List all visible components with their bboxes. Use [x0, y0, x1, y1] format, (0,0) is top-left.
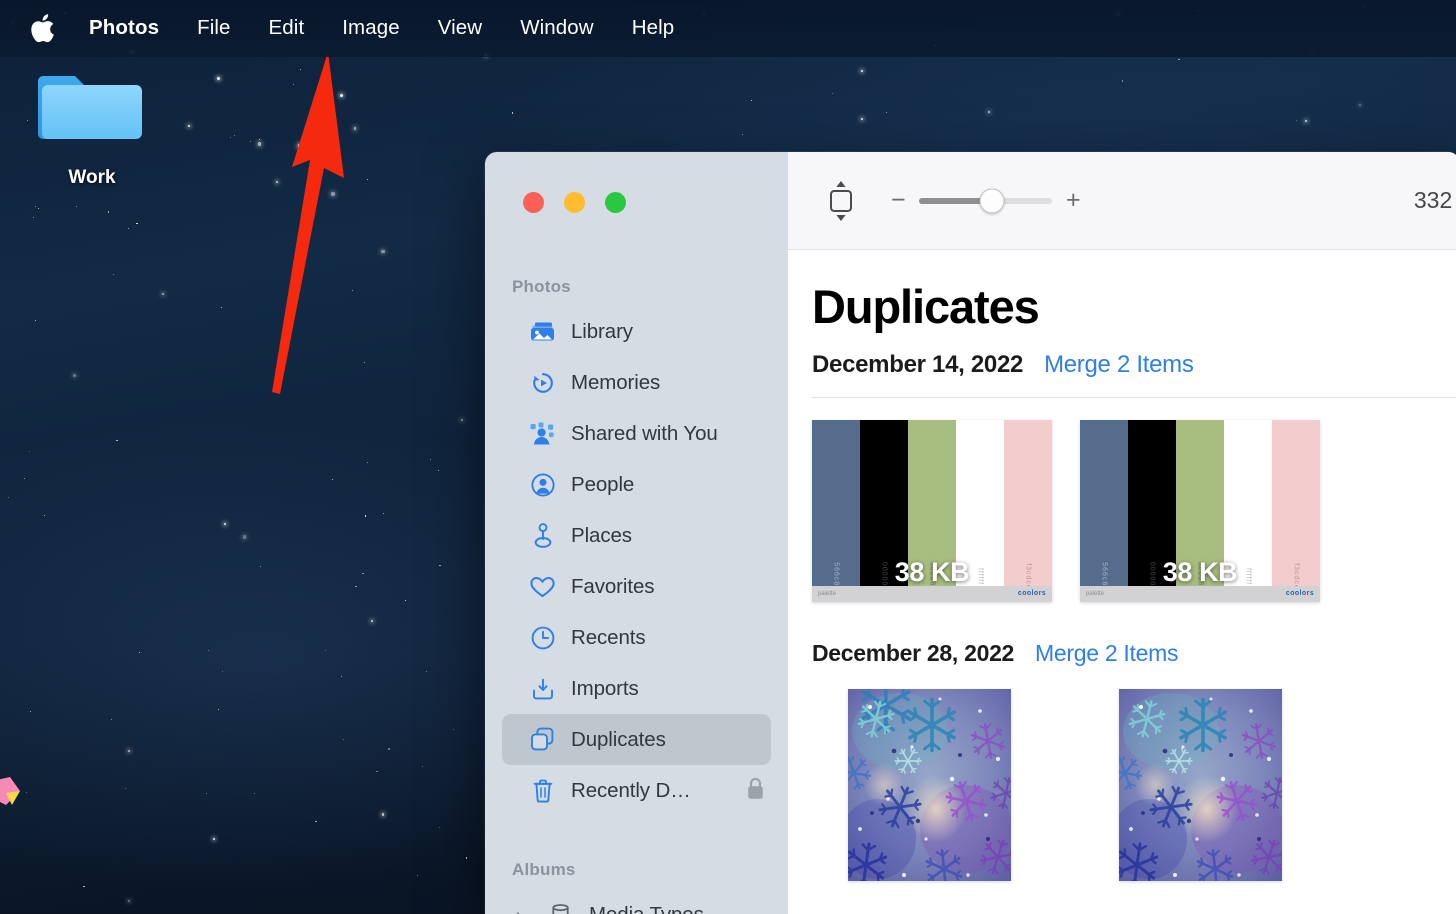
clock-icon	[529, 624, 556, 651]
sidebar: Photos Library Memo	[485, 152, 788, 914]
zoom-in-label[interactable]: +	[1066, 188, 1080, 213]
duplicates-icon	[529, 726, 556, 753]
lock-icon	[746, 777, 765, 805]
memories-icon	[529, 369, 556, 396]
duplicate-group: December 14, 2022 Merge 2 Items 566c8c 0…	[788, 351, 1456, 602]
apple-logo-icon[interactable]	[30, 13, 56, 44]
zoom-slider-knob[interactable]	[980, 188, 1005, 213]
menu-item-photos[interactable]: Photos	[70, 18, 178, 39]
merge-items-button[interactable]: Merge 2 Items	[1044, 351, 1194, 379]
sidebar-item-label: Memories	[571, 371, 660, 395]
sidebar-item-shared-with-you[interactable]: Shared with You	[502, 408, 771, 459]
sidebar-item-label: Places	[571, 524, 632, 548]
sidebar-item-label: Shared with You	[571, 422, 718, 446]
thumbnail-row	[812, 667, 1456, 881]
palette-swatch: 566c8c	[1080, 420, 1128, 602]
photo-thumbnail[interactable]	[848, 689, 1011, 881]
sidebar-item-label: Recents	[571, 626, 646, 650]
photo-thumbnail[interactable]: 566c8c 000000 a8bd80 ffffff	[812, 420, 1052, 602]
sidebar-item-label: Imports	[571, 677, 639, 701]
annotation-arrow-icon	[250, 30, 370, 410]
menu-item-view[interactable]: View	[419, 18, 501, 39]
folder-label: Work	[36, 167, 148, 189]
zoom-slider[interactable]	[919, 198, 1052, 204]
zoom-out-label[interactable]: −	[891, 188, 905, 213]
sidebar-item-label: Recently D…	[571, 779, 691, 803]
library-icon	[529, 318, 556, 345]
sidebar-item-favorites[interactable]: Favorites	[502, 561, 771, 612]
palette-footer-brand: coolors	[1286, 590, 1314, 597]
palette-swatch: f3cdce	[1272, 420, 1320, 602]
swatch-hex: ffffff	[977, 568, 984, 585]
group-header: December 14, 2022 Merge 2 Items	[812, 351, 1456, 379]
desktop-folder-work[interactable]: Work	[36, 62, 148, 189]
photo-thumbnail[interactable]: 566c8c 000000 a8bd80 ffffff	[1080, 420, 1320, 602]
group-date: December 14, 2022	[812, 351, 1023, 379]
photo-count-label: 332 P	[1414, 187, 1456, 214]
palette-swatch: 566c8c	[812, 420, 860, 602]
page-title: Duplicates	[788, 250, 1456, 333]
zoom-slider-group[interactable]: − +	[891, 188, 1080, 213]
chevron-right-icon[interactable]: ›	[516, 905, 529, 914]
menu-bar: Photos File Edit Image View Window Help	[0, 0, 1456, 57]
zoom-button[interactable]	[605, 192, 626, 213]
folder-icon	[38, 62, 146, 147]
thumbnail-row: 566c8c 000000 a8bd80 ffffff	[812, 398, 1456, 602]
sidebar-item-label: Library	[571, 320, 633, 344]
palette-footer-brand: coolors	[1018, 590, 1046, 597]
sidebar-item-recents[interactable]: Recents	[502, 612, 771, 663]
sidebar-item-memories[interactable]: Memories	[502, 357, 771, 408]
heart-icon	[529, 573, 556, 600]
sidebar-section-photos-header: Photos	[485, 277, 788, 297]
sidebar-item-media-types[interactable]: › Media Types	[502, 889, 771, 914]
palette-swatch: f3cdce	[1004, 420, 1052, 602]
menu-item-window[interactable]: Window	[501, 18, 613, 39]
window-controls	[485, 152, 788, 213]
places-pin-icon	[529, 522, 556, 549]
file-size-badge: 38 KB	[895, 557, 970, 588]
group-date: December 28, 2022	[812, 640, 1014, 667]
sidebar-item-imports[interactable]: Imports	[502, 663, 771, 714]
sidebar-item-places[interactable]: Places	[502, 510, 771, 561]
merge-items-button[interactable]: Merge 2 Items	[1035, 640, 1178, 667]
palette-footer-left: palette	[818, 591, 836, 597]
duplicate-group: December 28, 2022 Merge 2 Items	[788, 640, 1456, 881]
palette-footer: palette coolors	[1080, 586, 1320, 602]
menu-item-image[interactable]: Image	[323, 18, 418, 39]
sidebar-item-label: Favorites	[571, 575, 654, 599]
menu-item-help[interactable]: Help	[613, 18, 694, 39]
sidebar-section-albums-header: Albums	[485, 860, 788, 880]
import-download-icon	[529, 675, 556, 702]
sidebar-item-recently-deleted[interactable]: Recently D…	[502, 765, 771, 816]
media-types-icon	[547, 901, 574, 914]
sidebar-item-label: People	[571, 473, 634, 497]
file-size-badge: 38 KB	[1163, 557, 1238, 588]
photo-thumbnail[interactable]	[1119, 689, 1282, 881]
sidebar-item-library[interactable]: Library	[502, 306, 771, 357]
sidebar-item-duplicates[interactable]: Duplicates	[502, 714, 771, 765]
photos-app-window: Photos Library Memo	[485, 152, 1456, 914]
resize-thumbnail-icon[interactable]	[821, 179, 861, 223]
content-pane: − + 332 P Duplicates December 14, 2022 M…	[788, 152, 1456, 914]
snowflake-image	[848, 689, 1011, 881]
menu-item-edit[interactable]: Edit	[250, 18, 324, 39]
sidebar-item-label: Duplicates	[571, 728, 666, 752]
people-icon	[529, 471, 556, 498]
palette-footer: palette coolors	[812, 586, 1052, 602]
menu-item-file[interactable]: File	[178, 18, 249, 39]
sidebar-item-label: Media Types	[589, 903, 704, 914]
minimize-button[interactable]	[564, 192, 585, 213]
swatch-hex: ffffff	[1245, 568, 1252, 585]
shared-with-you-icon	[529, 420, 556, 447]
snowflake-image	[1119, 689, 1282, 881]
trash-icon	[529, 777, 556, 804]
sidebar-item-people[interactable]: People	[502, 459, 771, 510]
photos-scroll-area[interactable]: Duplicates December 14, 2022 Merge 2 Ite…	[788, 250, 1456, 914]
palette-footer-left: palette	[1086, 591, 1104, 597]
toolbar: − + 332 P	[788, 152, 1456, 250]
close-button[interactable]	[523, 192, 544, 213]
group-header: December 28, 2022 Merge 2 Items	[812, 640, 1456, 667]
desktop-sticker	[0, 775, 24, 809]
